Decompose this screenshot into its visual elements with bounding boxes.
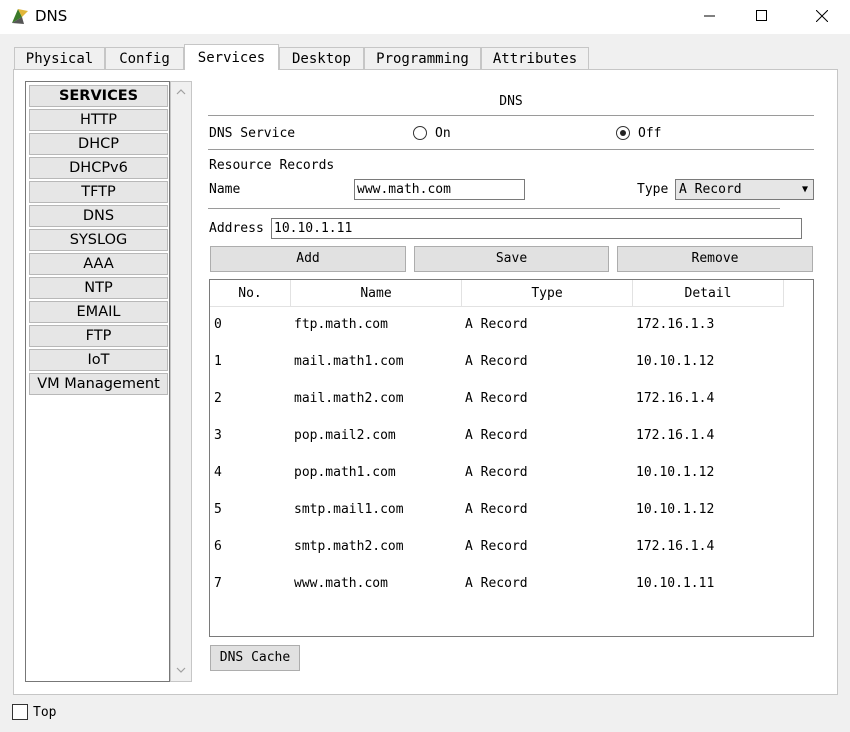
column-header-type[interactable]: Type <box>462 280 633 307</box>
cell-detail: 172.16.1.4 <box>636 428 715 443</box>
maximize-button[interactable] <box>736 0 788 32</box>
dns-on-radio[interactable] <box>413 126 427 140</box>
window-title: DNS <box>35 7 68 25</box>
dns-cache-button[interactable]: DNS Cache <box>210 645 300 671</box>
cell-no: 7 <box>214 576 222 591</box>
dns-on-label: On <box>435 126 451 141</box>
type-select[interactable]: A Record ▼ <box>675 179 814 200</box>
tab-attributes[interactable]: Attributes <box>481 47 589 69</box>
cell-no: 2 <box>214 391 222 406</box>
services-header: SERVICES <box>29 85 168 107</box>
cell-type: A Record <box>465 354 528 369</box>
column-header-detail[interactable]: Detail <box>633 280 784 307</box>
service-item-email[interactable]: EMAIL <box>29 301 168 323</box>
column-header-no[interactable]: No. <box>210 280 291 307</box>
cell-type: A Record <box>465 539 528 554</box>
service-item-aaa[interactable]: AAA <box>29 253 168 275</box>
name-input[interactable]: www.math.com <box>354 179 525 200</box>
column-header-name[interactable]: Name <box>291 280 462 307</box>
service-item-dhcpv6[interactable]: DHCPv6 <box>29 157 168 179</box>
dns-section-title: DNS <box>499 94 523 109</box>
minimize-button[interactable] <box>684 0 736 32</box>
cell-no: 3 <box>214 428 222 443</box>
save-button[interactable]: Save <box>414 246 609 272</box>
service-item-dhcp[interactable]: DHCP <box>29 133 168 155</box>
packet-tracer-app-icon <box>12 9 28 24</box>
cell-detail: 10.10.1.12 <box>636 502 715 517</box>
service-item-ftp[interactable]: FTP <box>29 325 168 347</box>
cell-name: www.math.com <box>294 576 388 591</box>
cell-detail: 10.10.1.11 <box>636 576 715 591</box>
cell-no: 5 <box>214 502 222 517</box>
cell-detail: 172.16.1.3 <box>636 317 715 332</box>
dns-off-label: Off <box>638 126 662 141</box>
top-label: Top <box>33 705 57 720</box>
cell-type: A Record <box>465 465 528 480</box>
cell-detail: 10.10.1.12 <box>636 465 715 480</box>
cell-name: ftp.math.com <box>294 317 388 332</box>
scroll-down-icon[interactable] <box>176 666 186 676</box>
cell-no: 1 <box>214 354 222 369</box>
tab-desktop[interactable]: Desktop <box>279 47 364 69</box>
dns-off-radio[interactable] <box>616 126 630 140</box>
address-label: Address <box>209 221 264 236</box>
cell-name: smtp.math2.com <box>294 539 404 554</box>
cell-type: A Record <box>465 317 528 332</box>
cell-detail: 172.16.1.4 <box>636 539 715 554</box>
scroll-up-icon[interactable] <box>176 88 186 98</box>
name-label: Name <box>209 182 241 197</box>
add-button[interactable]: Add <box>210 246 406 272</box>
service-item-vm-management[interactable]: VM Management <box>29 373 168 395</box>
cell-name: smtp.mail1.com <box>294 502 404 517</box>
services-scrollbar[interactable] <box>170 81 192 682</box>
cell-name: mail.math2.com <box>294 391 404 406</box>
tab-services[interactable]: Services <box>184 44 279 70</box>
service-item-tftp[interactable]: TFTP <box>29 181 168 203</box>
type-label: Type <box>637 182 669 197</box>
cell-type: A Record <box>465 502 528 517</box>
cell-no: 0 <box>214 317 222 332</box>
cell-type: A Record <box>465 428 528 443</box>
cell-no: 4 <box>214 465 222 480</box>
minimize-icon <box>704 15 715 17</box>
title-bar: DNS <box>0 0 850 34</box>
maximize-icon <box>756 10 767 21</box>
cell-detail: 172.16.1.4 <box>636 391 715 406</box>
cell-name: pop.math1.com <box>294 465 396 480</box>
tab-programming[interactable]: Programming <box>364 47 481 69</box>
service-item-dns[interactable]: DNS <box>29 205 168 227</box>
cell-no: 6 <box>214 539 222 554</box>
cell-name: pop.mail2.com <box>294 428 396 443</box>
cell-type: A Record <box>465 576 528 591</box>
divider <box>208 149 814 150</box>
divider <box>208 208 780 209</box>
resource-records-label: Resource Records <box>209 158 335 173</box>
chevron-down-icon: ▼ <box>801 184 808 195</box>
service-item-ntp[interactable]: NTP <box>29 277 168 299</box>
top-checkbox[interactable] <box>12 704 28 720</box>
service-item-http[interactable]: HTTP <box>29 109 168 131</box>
services-list: SERVICES HTTP DHCP DHCPv6 TFTP DNS SYSLO… <box>25 81 170 682</box>
close-icon <box>816 10 828 22</box>
cell-type: A Record <box>465 391 528 406</box>
radio-selected-dot <box>620 130 626 136</box>
remove-button[interactable]: Remove <box>617 246 813 272</box>
cell-detail: 10.10.1.12 <box>636 354 715 369</box>
tab-config[interactable]: Config <box>105 47 184 69</box>
service-item-syslog[interactable]: SYSLOG <box>29 229 168 251</box>
service-item-iot[interactable]: IoT <box>29 349 168 371</box>
type-select-value: A Record <box>679 182 742 197</box>
close-button[interactable] <box>796 0 848 32</box>
address-input[interactable]: 10.10.1.11 <box>271 218 802 239</box>
dns-records-table[interactable]: No. Name Type Detail 0 ftp.math.com A Re… <box>209 279 814 637</box>
dns-service-label: DNS Service <box>209 126 296 141</box>
tab-physical[interactable]: Physical <box>14 47 105 69</box>
divider <box>208 115 814 116</box>
cell-name: mail.math1.com <box>294 354 404 369</box>
